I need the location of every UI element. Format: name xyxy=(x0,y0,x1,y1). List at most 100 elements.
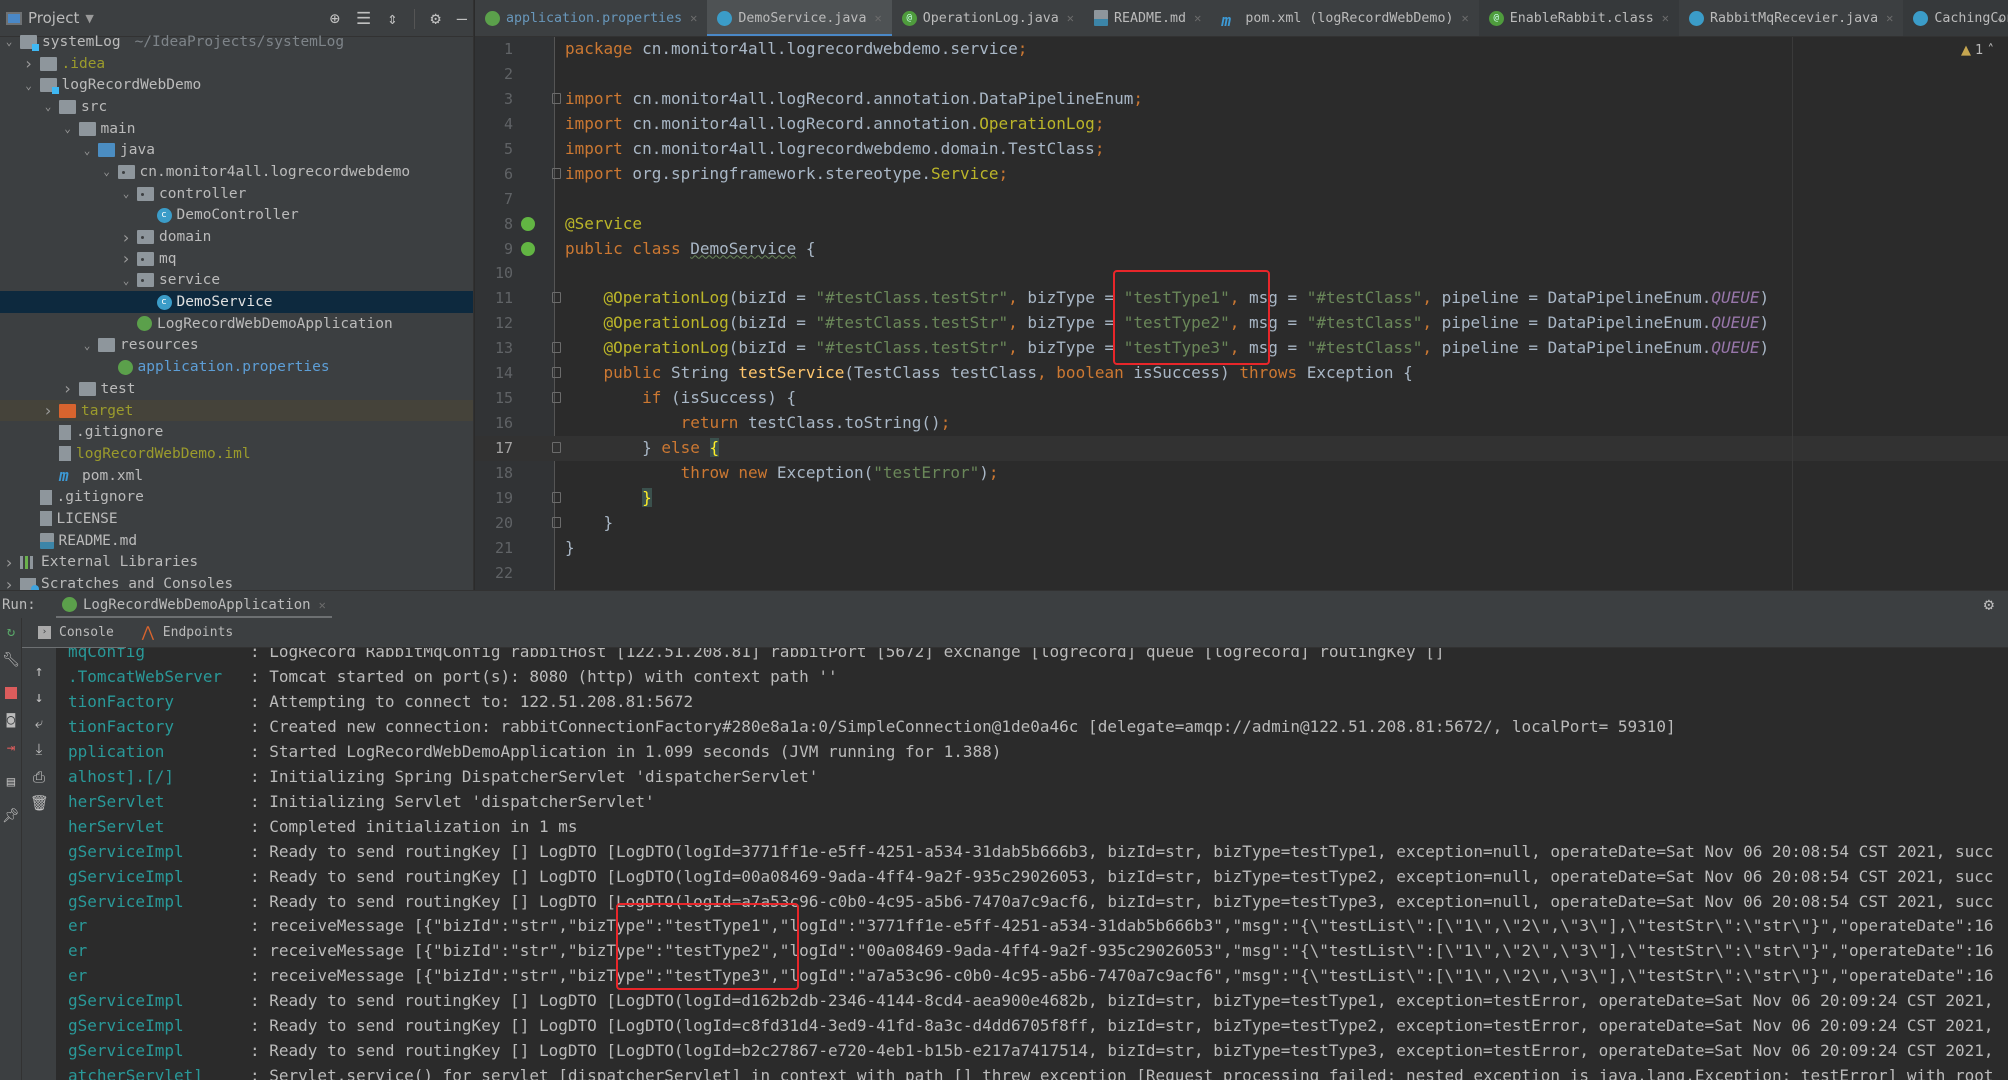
chevron-down-icon[interactable]: ⌄ xyxy=(100,165,114,178)
chevron-down-icon[interactable]: ⌄ xyxy=(80,339,94,352)
code-line[interactable]: 4 import cn.monitor4all.logRecord.annotat… xyxy=(475,112,2008,137)
tree-item[interactable]: ⌄ src xyxy=(0,96,473,118)
close-icon[interactable]: ✕ xyxy=(319,598,326,612)
run-config-tab[interactable]: LogRecordWebDemoApplication ✕ xyxy=(56,591,332,619)
chevron-right-icon[interactable]: › xyxy=(2,553,16,572)
tree-item[interactable]: ⌄ java xyxy=(0,139,473,161)
tree-item[interactable]: .gitignore xyxy=(0,486,473,508)
code-line[interactable]: 9 public class DemoService { xyxy=(475,237,2008,262)
spring-bean-icon[interactable] xyxy=(521,241,535,256)
prev-highlight-icon[interactable]: ˄ xyxy=(1988,43,1995,58)
camera-icon[interactable]: ◙ xyxy=(2,712,20,730)
tree-item[interactable]: ⌄ controller xyxy=(0,183,473,205)
tab-console[interactable]: › Console xyxy=(22,618,126,649)
tree-item[interactable]: LICENSE xyxy=(0,508,473,530)
code-line[interactable]: 18 throw new Exception("testError"); xyxy=(475,461,2008,486)
tree-item[interactable]: ⌄ systemLog ~/IdeaProjects/systemLog xyxy=(0,31,473,53)
code-line[interactable]: 6 import org.springframework.stereotype.S… xyxy=(475,162,2008,187)
soft-wrap-icon[interactable]: ⤶ xyxy=(30,714,48,732)
hide-icon[interactable]: — xyxy=(457,9,467,29)
down-arrow-icon[interactable]: ↓ xyxy=(30,688,48,706)
close-icon[interactable]: ✕ xyxy=(1461,11,1468,25)
expand-all-icon[interactable]: ☰ xyxy=(356,9,371,29)
print-icon[interactable]: ⎙ xyxy=(30,768,48,786)
tree-item[interactable]: › mq xyxy=(0,248,473,270)
console-output[interactable]: mqConfig: LogRecord RabbitMqConfig rabbi… xyxy=(56,648,2008,1080)
scroll-to-end-icon[interactable]: ⤓ xyxy=(30,740,48,758)
fold-marker-icon[interactable] xyxy=(552,367,561,379)
chevron-right-icon[interactable]: › xyxy=(41,401,55,420)
fold-marker-icon[interactable] xyxy=(552,491,561,503)
chevron-down-icon[interactable]: ⌄ xyxy=(119,274,133,287)
up-arrow-icon[interactable]: ↑ xyxy=(30,662,48,680)
trash-icon[interactable]: 🗑︎ xyxy=(30,794,49,812)
tree-item[interactable]: m pom.xml xyxy=(0,465,473,487)
fold-marker-icon[interactable] xyxy=(552,292,561,304)
locate-icon[interactable]: ⊕ xyxy=(330,9,340,29)
gear-icon[interactable]: ⚙ xyxy=(1984,595,1994,615)
pin-icon[interactable]: 📌︎ xyxy=(2,808,20,826)
tree-item[interactable]: application.properties xyxy=(0,356,473,378)
fold-marker-icon[interactable] xyxy=(552,516,561,528)
chevron-right-icon[interactable]: › xyxy=(22,54,36,73)
code-line[interactable]: 5 import cn.monitor4all.logrecordwebdemo.… xyxy=(475,137,2008,162)
tree-item[interactable]: ⌄ resources xyxy=(0,335,473,357)
code-line[interactable]: 17 } else { xyxy=(475,436,2008,461)
code-line[interactable]: 2 xyxy=(475,62,2008,87)
editor-tab[interactable]: m pom.xml (logRecordWebDemo) ✕ xyxy=(1211,0,1478,36)
chevron-down-icon[interactable]: ⌄ xyxy=(2,35,16,48)
close-icon[interactable]: ✕ xyxy=(690,11,697,25)
code-line[interactable]: 3 import cn.monitor4all.logRecord.annotat… xyxy=(475,87,2008,112)
close-icon[interactable]: ✕ xyxy=(1886,11,1893,25)
tree-item[interactable]: README.md xyxy=(0,530,473,552)
chevron-right-icon[interactable]: › xyxy=(119,249,133,268)
wrench-icon[interactable]: 🔧︎ xyxy=(2,652,20,670)
exit-icon[interactable]: ⇥ xyxy=(2,740,20,758)
editor-tab[interactable]: CachingConnectionFac xyxy=(1903,0,2008,36)
editor-tab[interactable]: README.md ✕ xyxy=(1084,0,1211,36)
stop-icon[interactable] xyxy=(2,684,20,702)
tree-item[interactable]: .gitignore xyxy=(0,421,473,443)
fold-marker-icon[interactable] xyxy=(552,342,561,354)
tree-item[interactable]: › domain xyxy=(0,226,473,248)
fold-marker-icon[interactable] xyxy=(552,92,561,104)
tree-item[interactable]: ⌄ main xyxy=(0,118,473,140)
fold-marker-icon[interactable] xyxy=(552,442,561,453)
tree-item[interactable]: logRecordWebDemo.iml xyxy=(0,443,473,465)
close-icon[interactable]: ✕ xyxy=(1662,11,1669,25)
tree-item[interactable]: › target xyxy=(0,399,473,422)
tab-endpoints[interactable]: ⋀ Endpoints xyxy=(126,618,245,648)
chevron-right-icon[interactable]: › xyxy=(119,228,133,247)
code-line[interactable]: 21} xyxy=(475,536,2008,561)
collapse-all-icon[interactable]: ⇕ xyxy=(387,9,397,29)
code-line[interactable]: 7 xyxy=(475,187,2008,212)
tab-overflow-icon[interactable]: ⌄ xyxy=(1997,10,2004,24)
close-icon[interactable]: ✕ xyxy=(874,11,881,25)
chevron-down-icon[interactable]: ⌄ xyxy=(22,79,36,92)
code-line[interactable]: 16 return testClass.toString(); xyxy=(475,411,2008,436)
fold-marker-icon[interactable] xyxy=(552,167,561,179)
spring-bean-icon[interactable] xyxy=(521,216,535,231)
tree-item[interactable]: › test xyxy=(0,378,473,400)
chevron-down-icon[interactable]: ⌄ xyxy=(61,122,75,135)
layout-icon[interactable]: ▤ xyxy=(2,774,20,792)
editor-tab[interactable]: application.properties ✕ xyxy=(475,0,707,36)
editor-tab[interactable]: @ OperationLog.java ✕ xyxy=(892,0,1084,36)
chevron-right-icon[interactable]: › xyxy=(61,379,75,398)
rerun-icon[interactable]: ↻ xyxy=(2,624,20,642)
code-line[interactable]: 20 } xyxy=(475,511,2008,536)
tree-item[interactable]: › External Libraries xyxy=(0,552,473,574)
tree-item[interactable]: c DemoController xyxy=(0,205,473,227)
gear-icon[interactable]: ⚙ xyxy=(431,9,441,29)
editor-tab[interactable]: RabbitMqRecevier.java ✕ xyxy=(1679,0,1903,36)
code-line[interactable]: 22 xyxy=(475,561,2008,586)
editor-tab[interactable]: @ EnableRabbit.class ✕ xyxy=(1478,0,1680,36)
tree-item[interactable]: › .idea xyxy=(0,53,473,75)
chevron-down-icon[interactable]: ⌄ xyxy=(119,187,133,200)
tree-item[interactable]: LogRecordWebDemoApplication xyxy=(0,313,473,335)
code-line[interactable]: 15 if (isSuccess) { xyxy=(475,386,2008,411)
code-line[interactable]: 19 } xyxy=(475,486,2008,511)
inspection-widget[interactable]: ▲ 1 ˄ xyxy=(1961,43,1994,58)
code-line[interactable]: 8 @Service xyxy=(475,212,2008,237)
tree-item[interactable]: ⌄ service xyxy=(0,270,473,292)
